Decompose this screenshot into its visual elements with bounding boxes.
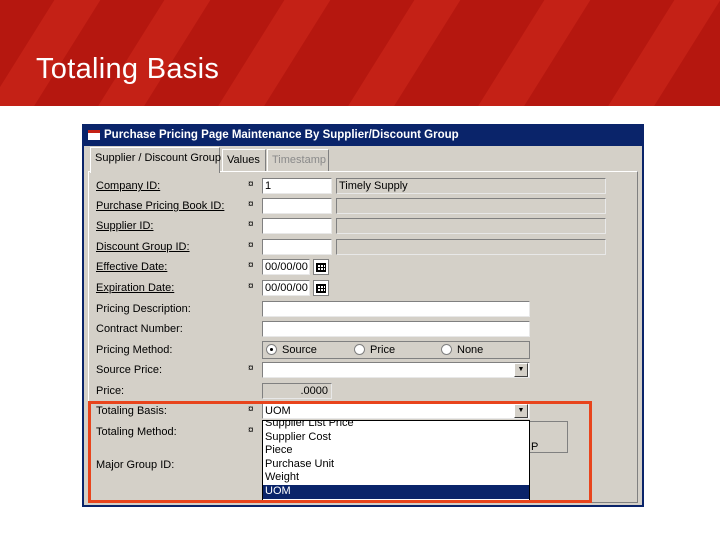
- required-marker: ¤: [248, 404, 254, 415]
- window-title: Purchase Pricing Page Maintenance By Sup…: [104, 129, 459, 141]
- source-price-select[interactable]: [262, 362, 530, 378]
- header-stripe: [586, 0, 720, 106]
- calendar-icon[interactable]: [313, 280, 329, 296]
- slide-title: Totaling Basis: [36, 53, 220, 85]
- radio-icon: [354, 344, 365, 355]
- radio-icon: [441, 344, 452, 355]
- pricing-description-input[interactable]: [262, 301, 530, 317]
- source-price-label: Source Price:: [96, 364, 163, 376]
- purchase-pricing-book-id-input[interactable]: [262, 198, 332, 214]
- pricing-description-label: Pricing Description:: [96, 303, 191, 315]
- calendar-icon[interactable]: [313, 259, 329, 275]
- header-stripe: [326, 0, 480, 106]
- purchase-pricing-book-id-label: Purchase Pricing Book ID:: [96, 200, 225, 212]
- discount-group-id-label: Discount Group ID:: [96, 241, 190, 253]
- header-stripe: [456, 0, 610, 106]
- chevron-down-icon[interactable]: ▼: [514, 363, 528, 377]
- dropdown-option[interactable]: Purchase Unit: [263, 458, 529, 472]
- totaling-basis-select[interactable]: UOM: [262, 403, 530, 419]
- required-marker: ¤: [248, 281, 254, 292]
- totaling-basis-label: Totaling Basis:: [96, 405, 167, 417]
- pricing-method-source-radio[interactable]: Source: [266, 344, 317, 356]
- header-stripe: [196, 0, 350, 106]
- dropdown-option[interactable]: Weight: [263, 471, 529, 485]
- supplier-id-input[interactable]: [262, 218, 332, 234]
- contract-number-label: Contract Number:: [96, 323, 183, 335]
- required-marker: ¤: [248, 240, 254, 251]
- window-titlebar: Purchase Pricing Page Maintenance By Sup…: [84, 124, 642, 146]
- supplier-id-label: Supplier ID:: [96, 220, 154, 232]
- dropdown-option[interactable]: Piece: [263, 444, 529, 458]
- tab-timestamp[interactable]: Timestamp: [267, 149, 329, 171]
- expiration-date-label: Expiration Date:: [96, 282, 175, 294]
- totaling-method-label: Totaling Method:: [96, 426, 177, 438]
- dropdown-option-selected[interactable]: UOM: [263, 484, 529, 499]
- app-window: Purchase Pricing Page Maintenance By Sup…: [82, 124, 644, 507]
- company-id-label: Company ID:: [96, 180, 161, 192]
- major-group-id-label: Major Group ID:: [96, 459, 175, 471]
- company-description-field: Timely Supply: [336, 178, 606, 194]
- pricing-method-price-radio[interactable]: Price: [354, 344, 395, 356]
- effective-date-input[interactable]: 00/00/00: [262, 259, 310, 275]
- required-marker: ¤: [248, 260, 254, 271]
- required-marker: ¤: [248, 219, 254, 230]
- dropdown-option[interactable]: Supplier List Price: [263, 421, 529, 431]
- company-id-input[interactable]: 1: [262, 178, 332, 194]
- totaling-method-partial-text: P: [531, 441, 539, 453]
- discount-group-description-field: [336, 239, 606, 255]
- slide-header: Totaling Basis: [0, 0, 720, 106]
- pricing-method-none-radio[interactable]: None: [441, 344, 483, 356]
- discount-group-id-input[interactable]: [262, 239, 332, 255]
- contract-number-input[interactable]: [262, 321, 530, 337]
- expiration-date-input[interactable]: 00/00/00: [262, 280, 310, 296]
- app-icon: [88, 130, 100, 140]
- pricing-book-description-field: [336, 198, 606, 214]
- tab-values[interactable]: Values: [222, 149, 266, 171]
- required-marker: ¤: [248, 179, 254, 190]
- dropdown-option[interactable]: Supplier Cost: [263, 431, 529, 445]
- price-label: Price:: [96, 385, 125, 397]
- effective-date-label: Effective Date:: [96, 261, 168, 273]
- pricing-method-label: Pricing Method:: [96, 344, 173, 356]
- radio-selected-icon: [266, 344, 277, 355]
- supplier-description-field: [336, 218, 606, 234]
- totaling-basis-dropdown-list[interactable]: Supplier List Price Supplier Cost Piece …: [262, 420, 530, 502]
- required-marker: ¤: [248, 199, 254, 210]
- tab-supplier-discount-group[interactable]: Supplier / Discount Group: [90, 147, 221, 173]
- price-field: .0000: [262, 383, 332, 399]
- required-marker: ¤: [248, 425, 254, 436]
- required-marker: ¤: [248, 363, 254, 374]
- chevron-down-icon[interactable]: ▼: [514, 404, 528, 418]
